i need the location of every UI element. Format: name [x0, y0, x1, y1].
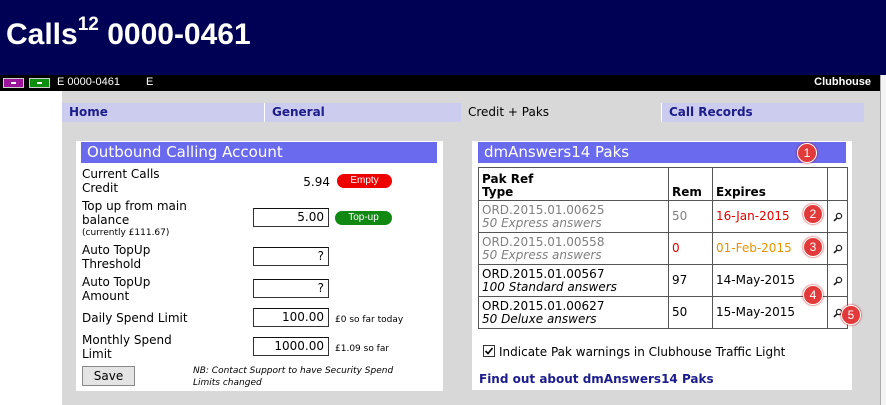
current-credit-label-line1: Current Calls	[82, 167, 160, 181]
col-pak-ref-line2: Type	[482, 185, 514, 199]
main-balance-note: (currently £111.67)	[82, 228, 170, 238]
daily-limit-label: Daily Spend Limit	[82, 311, 188, 325]
auto-threshold-label-line1: Auto TopUp	[82, 243, 151, 257]
pak-ref-cell: ORD.2015.01.00567 100 Standard answers	[478, 264, 669, 297]
title-number: 0000-0461	[107, 18, 251, 51]
pak-warning-checkbox[interactable]	[483, 345, 495, 357]
pak-ref-cell: ORD.2015.01.00625 50 Express answers	[478, 200, 669, 233]
pak-type: 50 Express answers	[482, 215, 602, 230]
pak-warning-label: Indicate Pak warnings in Clubhouse Traff…	[499, 345, 786, 359]
auto-amount-input[interactable]: ?	[253, 279, 329, 298]
title-superscript: 12	[77, 14, 99, 35]
pak-ref-cell: ORD.2015.01.00558 50 Express answers	[478, 232, 669, 265]
col-expires: Expires	[712, 167, 828, 201]
pak-rem: 0	[668, 232, 713, 265]
auto-amount-label-line2: Amount	[82, 289, 130, 303]
account-flag: E	[146, 76, 154, 88]
table-row: ORD.2015.01.00567 100 Standard answers 97…	[478, 264, 848, 297]
annotation-marker-1: 1	[797, 143, 817, 163]
annotation-marker-4: 4	[803, 285, 823, 305]
table-row: ORD.2015.01.00558 50 Express answers 0 01…	[478, 232, 848, 265]
pak-ref: ORD.2015.01.00558	[482, 234, 605, 249]
tab-general[interactable]: General	[264, 103, 461, 122]
minimize-button[interactable]	[3, 78, 24, 88]
paks-table: Pak Ref Type Rem Expires ORD.2015.01.0062…	[478, 167, 848, 329]
left-margin	[0, 91, 62, 405]
current-credit-label-line2: Credit	[82, 181, 119, 195]
table-row: ORD.2015.01.00625 50 Express answers 50 1…	[478, 200, 848, 233]
tab-home[interactable]: Home	[62, 103, 264, 122]
auto-threshold-label: Auto TopUp Threshold	[82, 243, 150, 271]
save-button[interactable]: Save	[82, 366, 135, 386]
magnifier-icon[interactable]	[832, 244, 843, 254]
col-pak-ref-line1: Pak Ref	[482, 172, 534, 186]
auto-amount-label-line1: Auto TopUp	[82, 275, 151, 289]
topup-button[interactable]: Top-up	[335, 211, 392, 225]
pak-rem: 97	[668, 264, 713, 297]
tab-call-records[interactable]: Call Records	[661, 103, 864, 122]
maximize-button[interactable]	[29, 78, 50, 88]
monthly-limit-label-line2: Limit	[82, 347, 112, 361]
pak-rem: 50	[668, 200, 713, 233]
app-header: Calls12 0000-0461	[0, 0, 886, 75]
pak-ref: ORD.2015.01.00567	[482, 266, 605, 281]
monthly-spent-note: £1.09 so far	[335, 344, 390, 354]
col-action	[827, 167, 848, 201]
pak-type: 100 Standard answers	[482, 279, 617, 294]
annotation-marker-3: 3	[803, 237, 823, 257]
auto-amount-label: Auto TopUp Amount	[82, 275, 150, 303]
current-credit-label: Current Calls Credit	[82, 167, 160, 195]
paks-table-header: Pak Ref Type Rem Expires	[478, 167, 848, 201]
auto-threshold-label-line2: Threshold	[82, 257, 142, 271]
find-out-paks-link[interactable]: Find out about dmAnswers14 Paks	[479, 372, 714, 386]
auto-threshold-input[interactable]: ?	[253, 247, 329, 266]
monthly-limit-label-line1: Monthly Spend	[82, 333, 172, 347]
daily-spent-note: £0 so far today	[335, 315, 404, 325]
scrollbar[interactable]	[880, 75, 886, 405]
annotation-marker-2: 2	[803, 204, 823, 224]
monthly-limit-label: Monthly Spend Limit	[82, 333, 172, 361]
account-bar: E 0000-0461 E Clubhouse	[0, 75, 880, 91]
pak-ref: ORD.2015.01.00625	[482, 202, 605, 217]
current-credit-value: 5.94	[303, 175, 330, 189]
pak-rem: 50	[668, 296, 713, 329]
app-title: Calls12 0000-0461	[6, 14, 251, 52]
account-id: E 0000-0461	[57, 76, 120, 88]
topup-amount-input[interactable]: 5.00	[253, 208, 329, 227]
title-main: Calls	[6, 18, 78, 51]
table-row: ORD.2015.01.00627 50 Deluxe answers 50 15…	[478, 296, 848, 329]
pak-ref-cell: ORD.2015.01.00627 50 Deluxe answers	[478, 296, 669, 329]
topup-label-line2: balance	[82, 213, 130, 227]
pak-type: 50 Deluxe answers	[482, 311, 597, 326]
magnifier-icon[interactable]	[832, 212, 843, 222]
security-note-line1: NB: Contact Support to have Security Spe…	[193, 366, 394, 376]
security-note: NB: Contact Support to have Security Spe…	[193, 365, 393, 389]
col-pak-ref: Pak Ref Type	[478, 167, 669, 201]
tab-credit-paks[interactable]: Credit + Paks	[461, 103, 661, 122]
pak-details-button[interactable]	[827, 232, 848, 265]
pak-details-button[interactable]	[827, 200, 848, 233]
topup-label-line1: Top up from main	[82, 199, 187, 213]
annotation-marker-5: 5	[841, 305, 861, 325]
daily-limit-input[interactable]: 100.00	[253, 308, 329, 327]
security-note-line2: Limits changed	[193, 378, 262, 388]
pak-details-button[interactable]	[827, 264, 848, 297]
tab-bar: Home General Credit + Paks Call Records	[62, 103, 864, 122]
empty-badge: Empty	[337, 174, 392, 188]
monthly-limit-input[interactable]: 1000.00	[253, 337, 329, 356]
pak-ref: ORD.2015.01.00627	[482, 298, 605, 313]
topup-label: Top up from main balance	[82, 199, 187, 227]
checkmark-icon	[484, 347, 494, 355]
col-rem: Rem	[668, 167, 713, 201]
outbound-panel-title: Outbound Calling Account	[81, 142, 437, 163]
magnifier-icon[interactable]	[832, 276, 843, 286]
paks-panel-title: dmAnswers14 Paks	[478, 142, 846, 163]
pak-type: 50 Express answers	[482, 247, 602, 262]
clubhouse-link[interactable]: Clubhouse	[814, 76, 871, 88]
